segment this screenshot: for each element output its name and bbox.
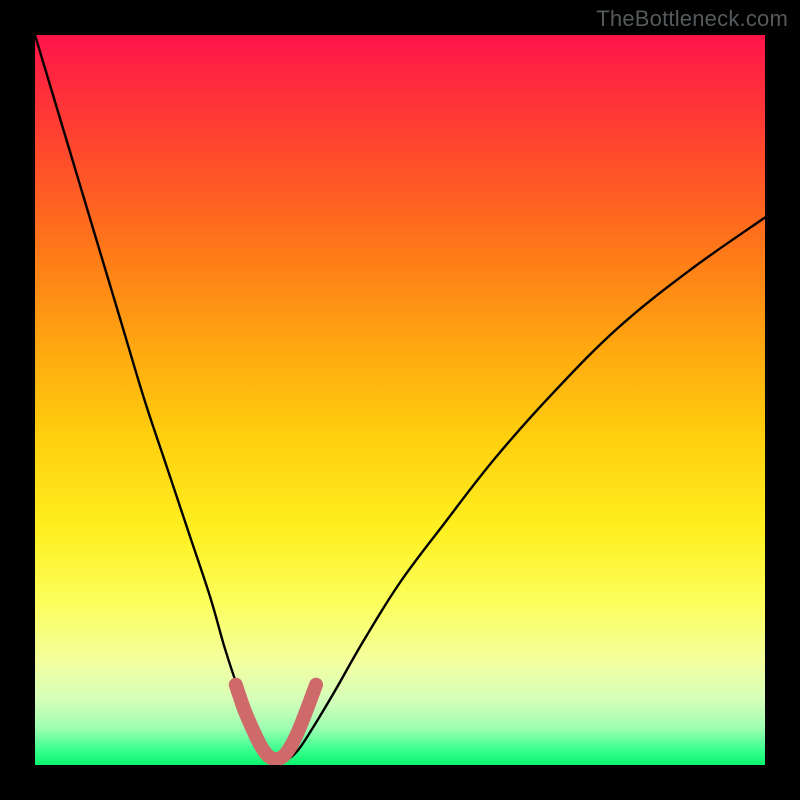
bottleneck-curve [35,35,765,760]
watermark-text: TheBottleneck.com [596,6,788,32]
curve-layer [35,35,765,765]
plot-area [35,35,765,765]
chart-stage: TheBottleneck.com [0,0,800,800]
highlighted-min-region [236,685,316,759]
